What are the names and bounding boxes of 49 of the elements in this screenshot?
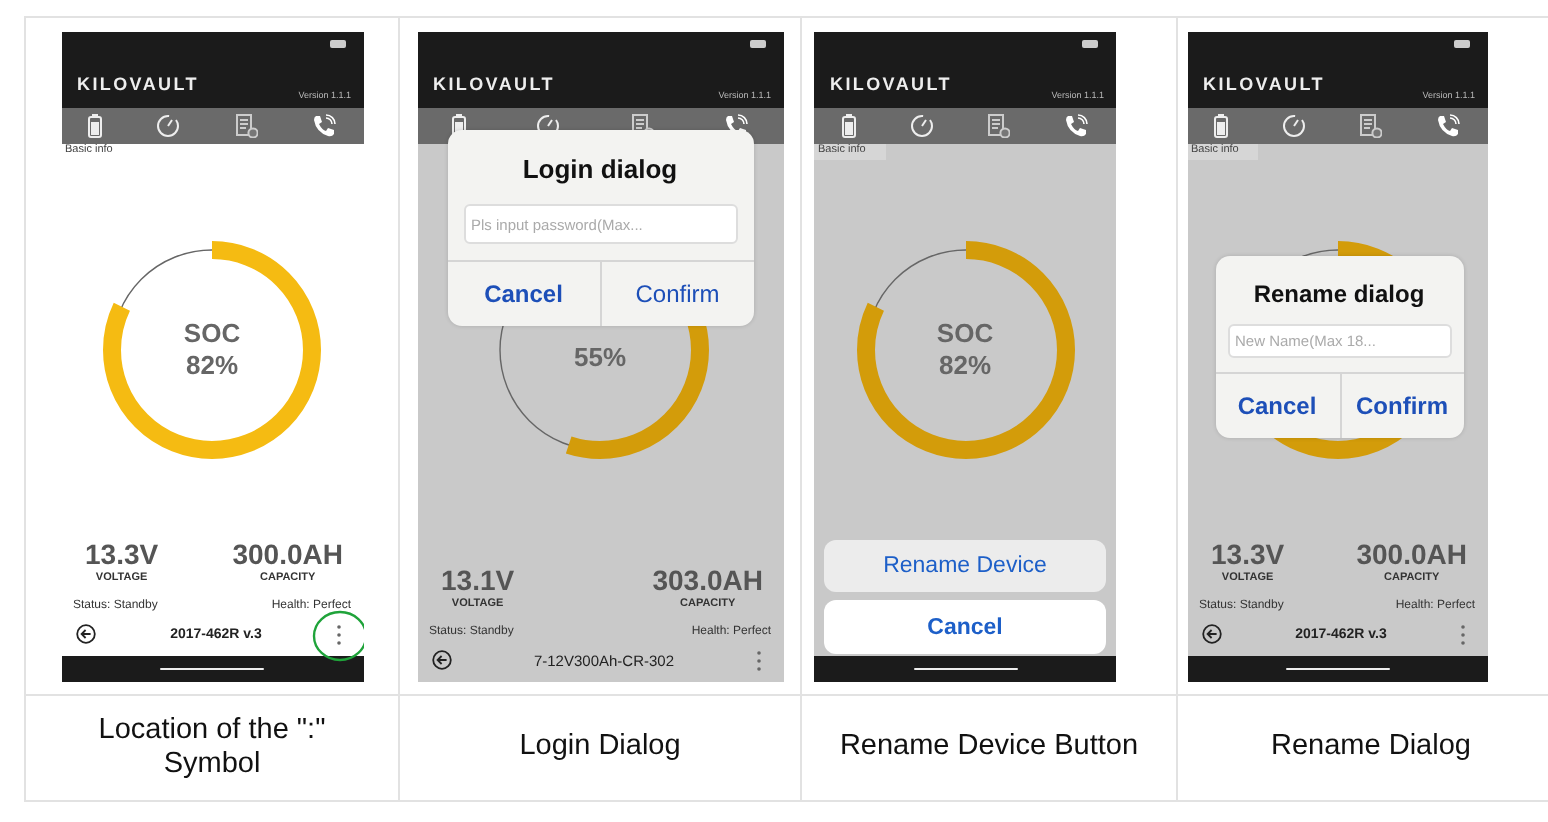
- soc-label: SOC: [183, 317, 241, 350]
- soc-value: 55%: [573, 341, 627, 374]
- battery-icon: [329, 40, 347, 48]
- dialog-button[interactable]: Cancel: [447, 262, 600, 326]
- back-icon[interactable]: [431, 650, 451, 670]
- logo: KILOVAULT: [1203, 76, 1325, 98]
- document-icon[interactable]: [235, 114, 258, 138]
- dialog-title: Rename dialog: [1253, 280, 1425, 308]
- gauge-icon[interactable]: [909, 114, 934, 138]
- rename-device-button[interactable]: Rename Device: [824, 540, 1106, 592]
- document-icon[interactable]: [1360, 114, 1382, 138]
- cancel-button[interactable]: Cancel: [824, 600, 1106, 654]
- dialog-button[interactable]: Confirm: [1339, 374, 1463, 438]
- dialog-title: Login dialog: [522, 154, 678, 184]
- phone-icon[interactable]: [1064, 114, 1089, 138]
- caption: Rename Dialog: [1271, 730, 1471, 766]
- soc-value: 82%: [938, 350, 992, 383]
- caption: Location of the ":" Symbol: [96, 713, 328, 783]
- reading-value: 300.0AH: [232, 540, 343, 572]
- battery-icon[interactable]: [841, 114, 856, 138]
- reading-value: 13.3V: [1211, 540, 1285, 572]
- battery-icon: [749, 40, 767, 48]
- reading-value: 13.1V: [441, 566, 515, 598]
- soc-label: SOC: [936, 317, 994, 350]
- caption: Login Dialog: [519, 730, 681, 766]
- menu-icon[interactable]: [336, 623, 343, 645]
- logo: KILOVAULT: [77, 76, 199, 98]
- dialog-button[interactable]: Confirm: [600, 262, 753, 326]
- gauge-icon[interactable]: [1282, 114, 1306, 138]
- back-icon[interactable]: [1201, 624, 1221, 644]
- phone-icon[interactable]: [1436, 114, 1460, 138]
- reading-value: 300.0AH: [1356, 540, 1467, 572]
- battery-icon: [1453, 40, 1471, 48]
- battery-icon: [1082, 40, 1100, 48]
- soc-value: 82%: [185, 350, 239, 383]
- menu-icon[interactable]: [756, 649, 763, 671]
- caption: Rename Device Button: [839, 730, 1139, 766]
- back-icon[interactable]: [75, 624, 95, 644]
- logo: KILOVAULT: [433, 76, 555, 98]
- phone-icon[interactable]: [311, 114, 336, 138]
- gauge-icon[interactable]: [156, 114, 181, 138]
- menu-icon[interactable]: [1460, 623, 1467, 645]
- reading-value: 13.3V: [85, 540, 159, 572]
- logo: KILOVAULT: [830, 76, 952, 98]
- battery-icon[interactable]: [88, 114, 103, 138]
- reading-value: 303.0AH: [652, 566, 763, 598]
- dialog-button[interactable]: Cancel: [1215, 374, 1339, 438]
- document-icon[interactable]: [988, 114, 1011, 138]
- battery-icon[interactable]: [1214, 114, 1228, 138]
